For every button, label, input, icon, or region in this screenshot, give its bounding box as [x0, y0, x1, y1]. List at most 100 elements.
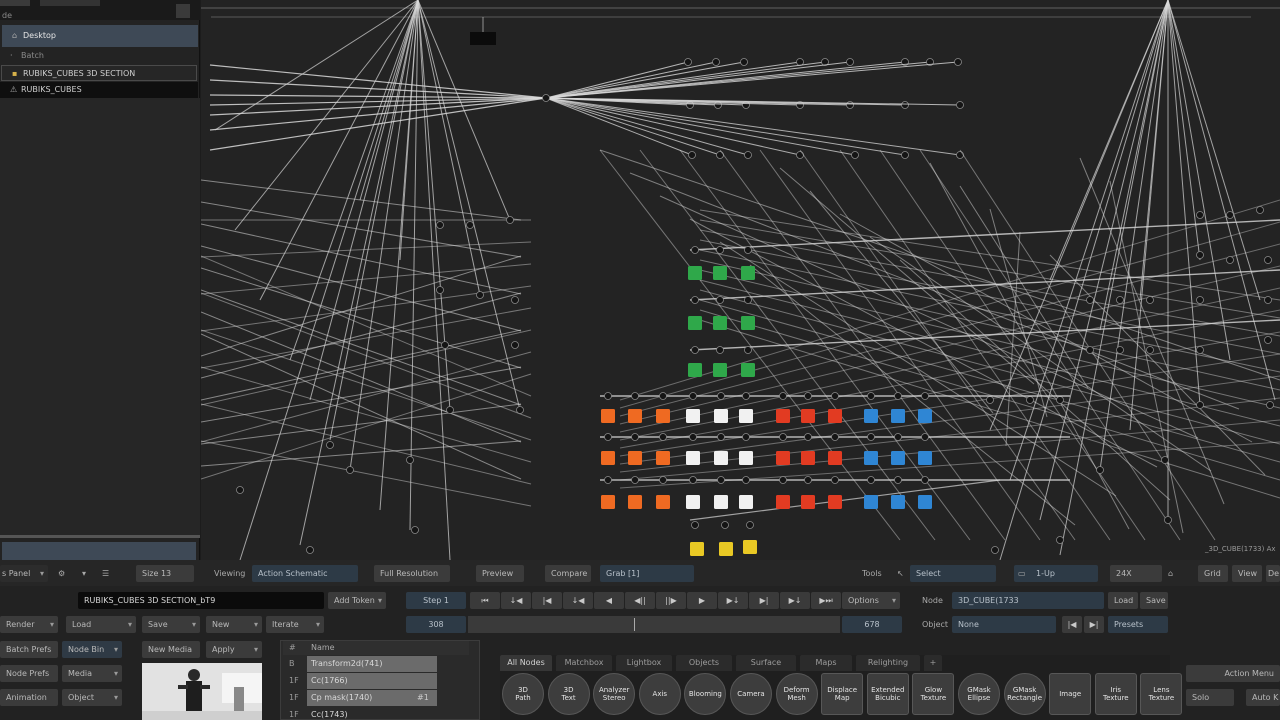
- schematic-axis-node[interactable]: [712, 58, 720, 66]
- schematic-axis-node[interactable]: [1264, 256, 1272, 264]
- setup-name-field[interactable]: RUBIKS_CUBES 3D SECTION_bT9: [78, 592, 324, 609]
- node-bin-item[interactable]: Extended Bicubic: [866, 673, 909, 715]
- schematic-axis-node[interactable]: [744, 346, 752, 354]
- schematic-cube-node[interactable]: [686, 495, 700, 509]
- node-bin-item[interactable]: Axis: [638, 673, 681, 715]
- schematic-cube-node[interactable]: [891, 495, 905, 509]
- tree-item-rubiks-3d-section[interactable]: ▪ RUBIKS_CUBES 3D SECTION: [1, 65, 197, 81]
- schematic-axis-node[interactable]: [631, 476, 639, 484]
- schematic-axis-node[interactable]: [1196, 211, 1204, 219]
- schematic-axis-node[interactable]: [1146, 296, 1154, 304]
- schematic-axis-node[interactable]: [1226, 256, 1234, 264]
- table-row[interactable]: B Transform2d(741): [283, 656, 469, 672]
- schematic-axis-node[interactable]: [511, 296, 519, 304]
- save-button[interactable]: Save: [142, 616, 200, 633]
- iterate-button[interactable]: Iterate: [266, 616, 324, 633]
- node-bin-item[interactable]: Deform Mesh: [775, 673, 818, 715]
- schematic-cube-node[interactable]: [601, 495, 615, 509]
- tab-matchbox[interactable]: Matchbox: [556, 655, 612, 671]
- schematic-axis-node[interactable]: [542, 94, 550, 102]
- home-icon[interactable]: ⌂: [1168, 565, 1173, 582]
- edit-button[interactable]: De: [1266, 565, 1280, 582]
- library-scroll-button[interactable]: [176, 4, 190, 18]
- schematic-cube-node[interactable]: [918, 409, 932, 423]
- schematic-axis-node[interactable]: [1266, 401, 1274, 409]
- media-thumbnail[interactable]: [142, 663, 262, 720]
- schematic-axis-node[interactable]: [894, 476, 902, 484]
- schematic-axis-node[interactable]: [411, 526, 419, 534]
- schematic-axis-node[interactable]: [1161, 456, 1169, 464]
- schematic-axis-node[interactable]: [846, 58, 854, 66]
- zoom-dropdown[interactable]: 24X: [1110, 565, 1162, 582]
- schematic-canvas[interactable]: [201, 0, 1280, 560]
- step-back-key-icon[interactable]: ↓◀: [563, 592, 593, 609]
- node-bin-dropdown[interactable]: Node Bin: [62, 641, 122, 658]
- schematic-axis-node[interactable]: [659, 433, 667, 441]
- tab-surface[interactable]: Surface: [736, 655, 796, 671]
- schematic-output-node[interactable]: [470, 32, 496, 45]
- schematic-cube-node[interactable]: [686, 451, 700, 465]
- schematic-cube-node[interactable]: [801, 495, 815, 509]
- schematic-cube-node[interactable]: [656, 451, 670, 465]
- schematic-cube-node[interactable]: [739, 409, 753, 423]
- menu-icon[interactable]: ☰: [102, 565, 109, 582]
- schematic-cube-node[interactable]: [601, 409, 615, 423]
- tree-item-desktop[interactable]: ⌂ Desktop: [2, 25, 198, 47]
- gear-icon[interactable]: ⚙: [58, 565, 65, 582]
- schematic-cube-node[interactable]: [688, 363, 702, 377]
- schematic-axis-node[interactable]: [867, 476, 875, 484]
- tree-item-rubiks-cubes[interactable]: ⚠ RUBIKS_CUBES: [0, 82, 198, 98]
- schematic-axis-node[interactable]: [689, 392, 697, 400]
- schematic-axis-node[interactable]: [742, 476, 750, 484]
- schematic-cube-node[interactable]: [801, 451, 815, 465]
- schematic-axis-node[interactable]: [717, 433, 725, 441]
- schematic-axis-node[interactable]: [804, 392, 812, 400]
- schematic-axis-node[interactable]: [1056, 536, 1064, 544]
- schematic-axis-node[interactable]: [631, 433, 639, 441]
- node-save-button[interactable]: Save: [1140, 592, 1168, 609]
- tab-all-nodes[interactable]: All Nodes: [500, 655, 552, 671]
- layout-dropdown[interactable]: 1-Up: [1014, 565, 1098, 582]
- panel-dropdown[interactable]: s Panel: [0, 565, 48, 582]
- size-field[interactable]: Size 13: [136, 565, 194, 582]
- schematic-cube-node[interactable]: [776, 495, 790, 509]
- prev-key-icon[interactable]: ↓◀: [501, 592, 531, 609]
- schematic-axis-node[interactable]: [689, 433, 697, 441]
- schematic-cube-node[interactable]: [714, 495, 728, 509]
- library-tab[interactable]: [40, 0, 100, 6]
- schematic-axis-node[interactable]: [1086, 296, 1094, 304]
- apply-button[interactable]: Apply: [206, 641, 262, 658]
- node-bin-item[interactable]: Camera: [730, 673, 772, 715]
- schematic-axis-node[interactable]: [744, 246, 752, 254]
- schematic-cube-node[interactable]: [628, 495, 642, 509]
- schematic-axis-node[interactable]: [688, 151, 696, 159]
- table-row[interactable]: 1F Cc(1766): [283, 673, 469, 689]
- schematic-cube-node[interactable]: [690, 542, 704, 556]
- schematic-cube-node[interactable]: [891, 451, 905, 465]
- last-frame-icon[interactable]: ▶⏭: [811, 592, 841, 609]
- end-frame-field[interactable]: 678: [842, 616, 902, 633]
- schematic-axis-node[interactable]: [691, 246, 699, 254]
- schematic-axis-node[interactable]: [1264, 296, 1272, 304]
- schematic-axis-node[interactable]: [851, 151, 859, 159]
- schematic-cube-node[interactable]: [864, 409, 878, 423]
- schematic-axis-node[interactable]: [1056, 396, 1064, 404]
- animation-button[interactable]: Animation: [0, 689, 58, 706]
- schematic-axis-node[interactable]: [1146, 346, 1154, 354]
- schematic-axis-node[interactable]: [846, 101, 854, 109]
- schematic-axis-node[interactable]: [604, 433, 612, 441]
- tab-lightbox[interactable]: Lightbox: [616, 655, 672, 671]
- schematic-cube-node[interactable]: [628, 409, 642, 423]
- schematic-cube-node[interactable]: [713, 316, 727, 330]
- schematic-axis-node[interactable]: [1116, 346, 1124, 354]
- play-back-icon[interactable]: ◀||: [625, 592, 655, 609]
- schematic-cube-node[interactable]: [713, 363, 727, 377]
- schematic-cube-node[interactable]: [713, 266, 727, 280]
- timeline-playhead[interactable]: [634, 618, 635, 631]
- full-resolution-button[interactable]: Full Resolution: [374, 565, 450, 582]
- schematic-cube-node[interactable]: [864, 451, 878, 465]
- schematic-axis-node[interactable]: [476, 291, 484, 299]
- node-bin-item[interactable]: Lens Texture: [1140, 673, 1183, 715]
- schematic-axis-node[interactable]: [831, 433, 839, 441]
- node-bin-item[interactable]: 3D Path: [502, 673, 544, 715]
